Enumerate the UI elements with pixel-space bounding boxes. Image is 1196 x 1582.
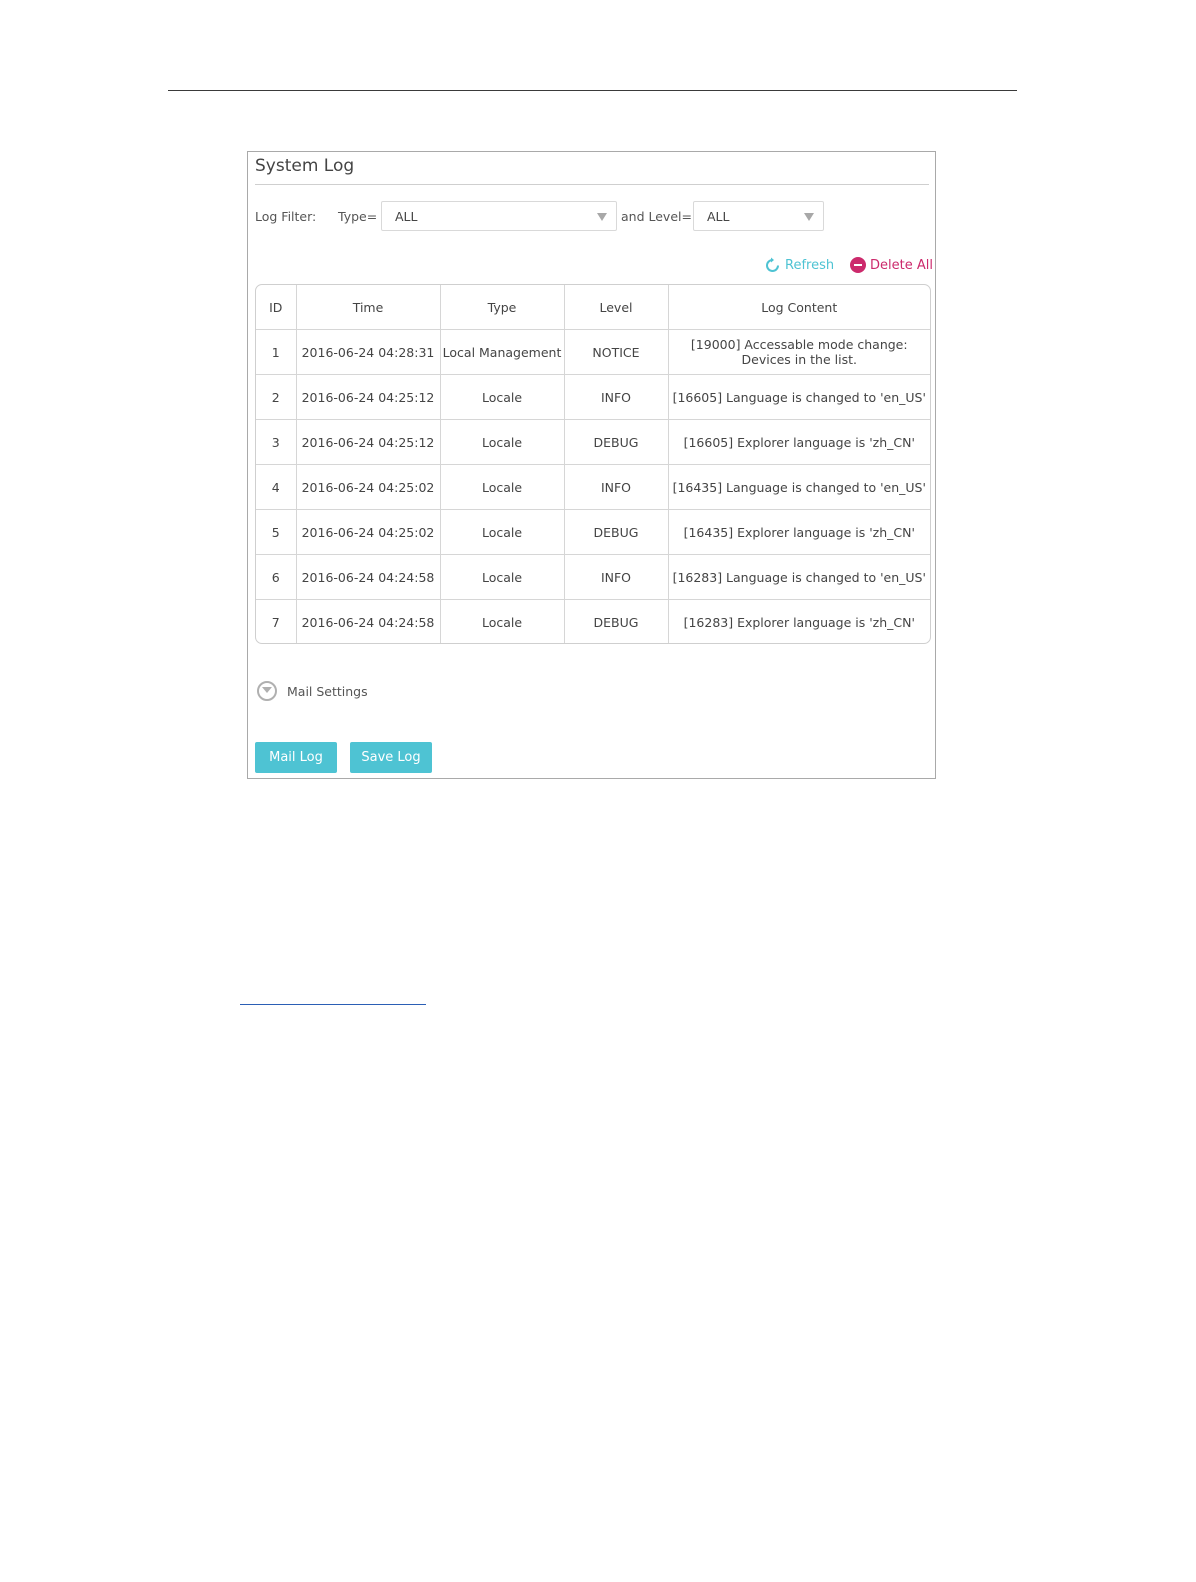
cell-id: 2 bbox=[256, 374, 297, 420]
cell-log-content: [16435] Explorer language is 'zh_CN' bbox=[668, 509, 930, 555]
system-log-panel: System Log Log Filter: Type= ALL and Lev… bbox=[247, 151, 936, 779]
cell-level: INFO bbox=[564, 464, 669, 510]
level-select[interactable]: ALL bbox=[693, 201, 824, 231]
cell-level: INFO bbox=[564, 554, 669, 600]
table-header-row: ID Time Type Level Log Content bbox=[256, 285, 930, 330]
cell-id: 7 bbox=[256, 599, 297, 643]
mail-settings-label: Mail Settings bbox=[287, 683, 368, 699]
cell-type: Locale bbox=[440, 464, 565, 510]
cell-id: 1 bbox=[256, 329, 297, 375]
cell-time: 2016-06-24 04:28:31 bbox=[296, 329, 441, 375]
cell-time: 2016-06-24 04:24:58 bbox=[296, 554, 441, 600]
minus-circle-icon bbox=[850, 257, 866, 273]
cell-time: 2016-06-24 04:25:02 bbox=[296, 464, 441, 510]
delete-all-label: Delete All bbox=[870, 257, 933, 273]
cell-log-content: [16605] Language is changed to 'en_US' bbox=[668, 374, 930, 420]
cell-id: 3 bbox=[256, 419, 297, 465]
table-row: 4 2016-06-24 04:25:02 Locale INFO [16435] La… bbox=[256, 464, 930, 510]
column-header-time: Time bbox=[296, 285, 441, 330]
log-table: ID Time Type Level Log Content 1 2016-06-… bbox=[255, 284, 931, 644]
mail-log-button[interactable]: Mail Log bbox=[255, 742, 337, 773]
cell-time: 2016-06-24 04:24:58 bbox=[296, 599, 441, 643]
table-row: 6 2016-06-24 04:24:58 Locale INFO [16283] La… bbox=[256, 554, 930, 600]
refresh-button[interactable]: Refresh bbox=[764, 257, 834, 274]
table-row: 5 2016-06-24 04:25:02 Locale DEBUG [16435] E… bbox=[256, 509, 930, 555]
cell-level: DEBUG bbox=[564, 419, 669, 465]
cell-time: 2016-06-24 04:25:12 bbox=[296, 419, 441, 465]
cell-level: DEBUG bbox=[564, 599, 669, 643]
mail-settings-toggle[interactable]: Mail Settings bbox=[257, 681, 368, 701]
cell-time: 2016-06-24 04:25:02 bbox=[296, 509, 441, 555]
cell-type: Locale bbox=[440, 509, 565, 555]
cell-log-content: [16283] Explorer language is 'zh_CN' bbox=[683, 614, 915, 630]
refresh-label: Refresh bbox=[785, 258, 835, 273]
delete-all-button[interactable]: Delete All bbox=[850, 257, 933, 273]
log-filter-label: Log Filter: bbox=[255, 209, 317, 224]
cell-type: Locale bbox=[440, 374, 565, 420]
cell-log-content: [16605] Explorer language is 'zh_CN' bbox=[668, 419, 930, 465]
chevron-down-icon bbox=[597, 213, 607, 221]
cell-log-content: [16283] Language is changed to 'en_US' bbox=[668, 554, 930, 600]
panel-title: System Log bbox=[255, 156, 355, 176]
title-divider bbox=[255, 184, 929, 185]
level-select-value: ALL bbox=[707, 209, 730, 224]
cell-level: NOTICE bbox=[564, 329, 669, 375]
table-row: 7 2016-06-24 04:24:58 Locale DEBUG [16283] E… bbox=[256, 599, 930, 643]
cell-id: 5 bbox=[256, 509, 297, 555]
column-header-log-content: Log Content bbox=[668, 285, 930, 330]
cell-id: 4 bbox=[256, 464, 297, 510]
type-filter-label: Type= bbox=[338, 209, 378, 224]
chevron-down-icon bbox=[804, 213, 814, 221]
table-row: 3 2016-06-24 04:25:12 Locale DEBUG [16605] E… bbox=[256, 419, 930, 465]
column-header-id: ID bbox=[256, 285, 297, 330]
cell-type: Local Management bbox=[440, 329, 565, 375]
cell-type: Locale bbox=[440, 419, 565, 465]
type-select[interactable]: ALL bbox=[381, 201, 617, 231]
cell-type: Locale bbox=[440, 554, 565, 600]
column-header-level: Level bbox=[564, 285, 669, 330]
cell-level: INFO bbox=[564, 374, 669, 420]
page-header-rule bbox=[168, 90, 1017, 91]
cell-id: 6 bbox=[256, 554, 297, 600]
cell-time: 2016-06-24 04:25:12 bbox=[296, 374, 441, 420]
table-row: 1 2016-06-24 04:28:31 Local Management NOTI… bbox=[256, 329, 930, 375]
cell-level: DEBUG bbox=[564, 509, 669, 555]
footnote-link-underline bbox=[240, 1004, 426, 1005]
cell-log-content: [19000] Accessable mode change: Devices … bbox=[668, 329, 930, 375]
type-select-value: ALL bbox=[395, 209, 418, 224]
level-filter-label: and Level= bbox=[621, 209, 692, 224]
chevron-down-circle-icon bbox=[257, 681, 277, 701]
column-header-type: Type bbox=[440, 285, 565, 330]
save-log-button[interactable]: Save Log bbox=[350, 742, 432, 773]
table-row: 2 2016-06-24 04:25:12 Locale INFO [16605] La… bbox=[256, 374, 930, 420]
refresh-icon bbox=[766, 257, 779, 272]
cell-type: Locale bbox=[440, 599, 565, 643]
cell-log-content: [16435] Language is changed to 'en_US' bbox=[668, 464, 930, 510]
